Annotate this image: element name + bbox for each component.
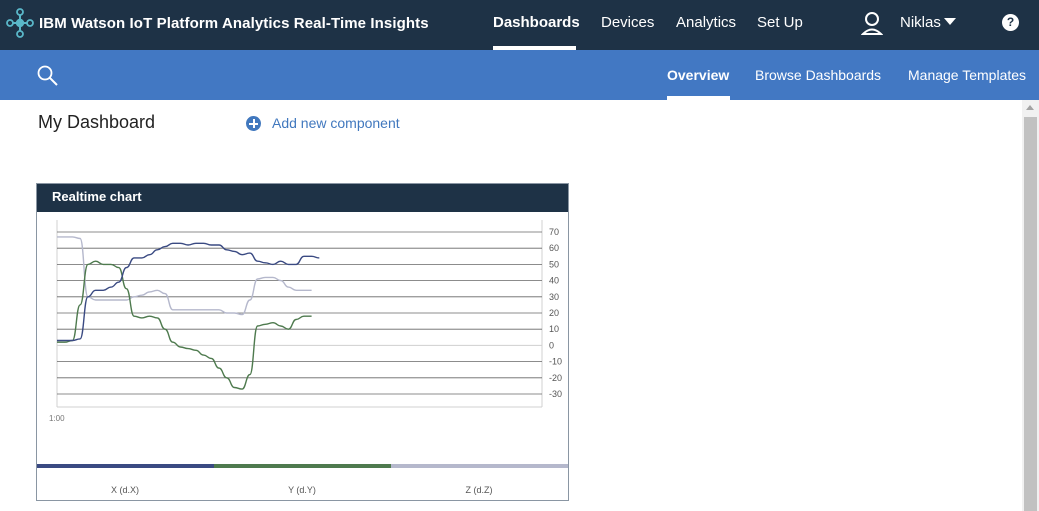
- y-tick-label: 0: [549, 340, 554, 350]
- scroll-up-arrow-icon[interactable]: [1026, 105, 1034, 110]
- tab-active-indicator: [667, 96, 730, 100]
- legend-label-y[interactable]: Y (d.Y): [242, 485, 362, 495]
- secondary-navigation-bar: Overview Browse Dashboards Manage Templa…: [0, 50, 1039, 100]
- nav-set-up[interactable]: Set Up: [757, 14, 803, 31]
- plus-circle-icon[interactable]: [246, 116, 261, 131]
- nav-devices[interactable]: Devices: [601, 14, 654, 31]
- search-icon[interactable]: [36, 64, 60, 88]
- y-tick-label: 60: [549, 243, 559, 253]
- nav-analytics[interactable]: Analytics: [676, 14, 736, 31]
- user-name-menu[interactable]: Niklas: [900, 14, 941, 31]
- nav-dashboards[interactable]: Dashboards: [493, 14, 580, 31]
- realtime-line-chart: 70 60 50 40 30 20 10 0 -10 -20 -30 1:00: [49, 220, 562, 423]
- y-tick-label: -30: [549, 389, 562, 399]
- card-header[interactable]: Realtime chart: [37, 184, 568, 212]
- vertical-scrollbar[interactable]: [1022, 100, 1039, 511]
- legend-color-x: [37, 464, 214, 468]
- y-tick-label: 10: [549, 324, 559, 334]
- user-avatar-icon[interactable]: [861, 11, 883, 35]
- legend-label-x[interactable]: X (d.X): [65, 485, 185, 495]
- y-tick-label: 70: [549, 227, 559, 237]
- top-navigation-bar: IBM Watson IoT Platform Analytics Real-T…: [0, 0, 1039, 50]
- add-component-label[interactable]: Add new component: [272, 115, 400, 131]
- realtime-chart-card: Realtime chart 70 60 50 40 30 20 10 0 -10 -20 -30 1…: [36, 183, 569, 501]
- tab-overview[interactable]: Overview: [667, 67, 729, 83]
- y-tick-label: 20: [549, 308, 559, 318]
- scrollbar-thumb[interactable]: [1024, 117, 1037, 511]
- y-tick-label: 40: [549, 276, 559, 286]
- page-title: My Dashboard: [38, 112, 156, 132]
- tab-browse-dashboards[interactable]: Browse Dashboards: [755, 67, 881, 83]
- watson-iot-logo-icon[interactable]: [5, 8, 35, 38]
- x-tick-label: 1:00: [49, 414, 65, 423]
- legend-label-z[interactable]: Z (d.Z): [419, 485, 539, 495]
- y-tick-label: 50: [549, 259, 559, 269]
- legend-color-y: [214, 464, 391, 468]
- chevron-down-icon[interactable]: [944, 18, 956, 25]
- y-tick-label: -10: [549, 357, 562, 367]
- help-icon[interactable]: ?: [1002, 14, 1019, 31]
- legend-color-z: [391, 464, 568, 468]
- card-title: Realtime chart: [52, 189, 142, 204]
- y-tick-label: -20: [549, 373, 562, 383]
- tab-manage-templates[interactable]: Manage Templates: [908, 67, 1026, 83]
- y-tick-label: 30: [549, 292, 559, 302]
- app-title: IBM Watson IoT Platform Analytics Real-T…: [39, 15, 429, 32]
